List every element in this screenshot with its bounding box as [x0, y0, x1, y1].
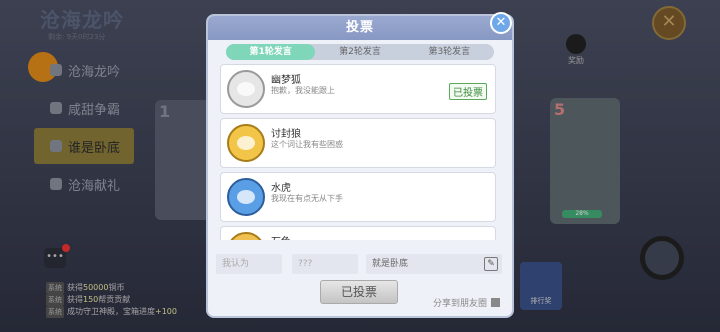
vote-inputs: 我认为 ??? 就是卧底 ✎: [216, 254, 504, 274]
phrase-input-1[interactable]: 我认为: [216, 254, 282, 274]
share-toggle[interactable]: 分享到朋友圈: [433, 296, 500, 309]
voted-badge: 已投票: [449, 83, 487, 100]
tiger-avatar: [227, 178, 265, 216]
player-row[interactable]: 水虎 我现在有点无从下手: [220, 172, 496, 222]
vote-dialog: 投票 第1轮发言 第2轮发言 第3轮发言 幽梦狐 抱歉，我没能跟上 已投票 讨封…: [208, 16, 512, 316]
player-row[interactable]: 石龟: [220, 226, 496, 240]
player-name: 水虎: [271, 183, 291, 194]
close-dialog-icon[interactable]: ✕: [490, 12, 512, 34]
wolf-avatar: [227, 124, 265, 162]
player-name: 石龟: [271, 233, 291, 240]
turtle-avatar: [227, 232, 265, 240]
player-speech: 抱歉，我没能跟上: [271, 86, 335, 95]
vote-button[interactable]: 已投票: [320, 280, 398, 304]
player-name: 讨封狼: [271, 129, 301, 140]
tab-round-3[interactable]: 第3轮发言: [405, 44, 494, 60]
player-row[interactable]: 幽梦狐 抱歉，我没能跟上 已投票: [220, 64, 496, 114]
player-name: 幽梦狐: [271, 75, 301, 86]
fox-avatar: [227, 70, 265, 108]
phrase-input-2[interactable]: ???: [292, 254, 358, 274]
tab-round-2[interactable]: 第2轮发言: [315, 44, 404, 60]
tab-round-1[interactable]: 第1轮发言: [226, 44, 316, 60]
player-row[interactable]: 讨封狼 这个词让我有些困惑: [220, 118, 496, 168]
edit-icon[interactable]: ✎: [484, 257, 498, 271]
player-speech: 我现在有点无从下手: [271, 194, 343, 203]
share-label: 分享到朋友圈: [432, 299, 487, 309]
player-list[interactable]: 幽梦狐 抱歉，我没能跟上 已投票 讨封狼 这个词让我有些困惑 水虎 我现在有点无…: [220, 64, 500, 240]
round-tabs: 第1轮发言 第2轮发言 第3轮发言: [226, 44, 494, 60]
phrase-input-3[interactable]: 就是卧底 ✎: [366, 254, 502, 274]
player-speech: 这个词让我有些困惑: [271, 140, 343, 149]
phrase-value: 就是卧底: [372, 259, 409, 269]
dialog-title: 投票: [208, 16, 512, 40]
checkbox-icon[interactable]: [491, 298, 500, 307]
